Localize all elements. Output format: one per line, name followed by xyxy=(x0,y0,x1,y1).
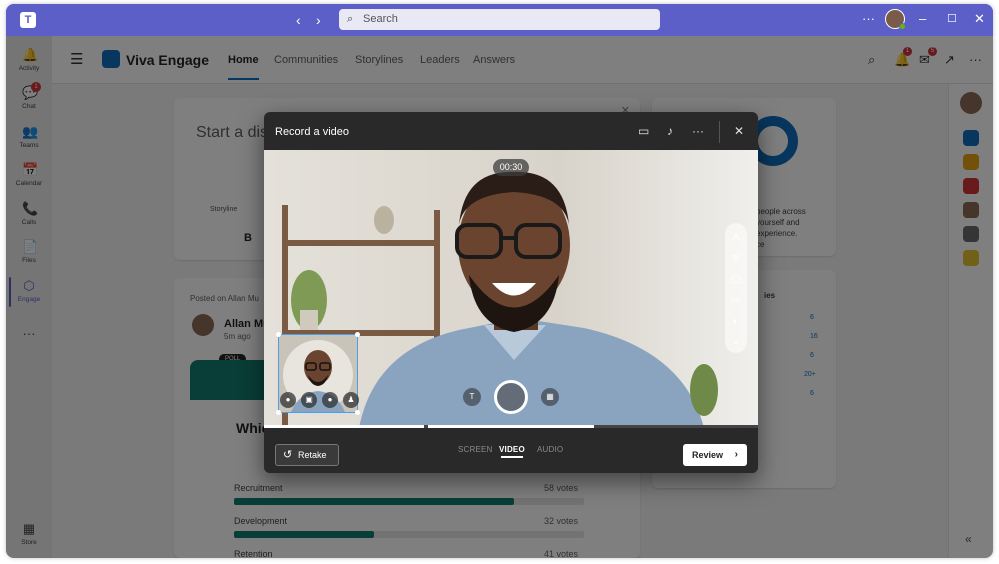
review-label: Review xyxy=(692,450,724,460)
resize-handle[interactable] xyxy=(355,332,360,337)
mode-video[interactable]: VIDEO xyxy=(499,445,525,458)
background-option-icon[interactable]: ▣ xyxy=(301,392,317,408)
picture-in-picture-preview[interactable]: ● ▣ ● ♟ xyxy=(276,332,360,415)
resize-handle[interactable] xyxy=(276,332,281,337)
resize-handle[interactable] xyxy=(355,410,360,415)
retake-button[interactable]: ↺ Retake xyxy=(275,444,339,466)
header-divider xyxy=(719,121,720,143)
undo-icon: ↺ xyxy=(283,449,293,461)
person-icon[interactable]: ♟ xyxy=(343,392,359,408)
search-placeholder: Search xyxy=(363,13,398,25)
title-bar: T ‹ › ⌕ Search ··· – ☐ ✕ xyxy=(6,4,993,36)
chevron-right-icon: › xyxy=(734,449,738,460)
search-input[interactable]: ⌕ Search xyxy=(339,9,660,30)
chevron-down-icon[interactable]: ⌄ xyxy=(725,336,747,348)
forward-arrow-icon[interactable]: › xyxy=(316,12,321,28)
user-avatar[interactable] xyxy=(885,9,906,30)
background-option-icon[interactable]: ● xyxy=(322,392,338,408)
camera-preview: 00:30 A ≋ ▢ ▭ ◐ ⌄ ● ▣ ● ♟ T ▦ xyxy=(264,150,758,428)
teams-logo-icon: T xyxy=(20,12,36,28)
dialog-title: Record a video xyxy=(275,126,349,138)
background-option-icon[interactable]: ● xyxy=(280,392,296,408)
mode-screen[interactable]: SCREEN xyxy=(458,445,493,454)
frame-tool-icon[interactable]: ▭ xyxy=(725,295,747,307)
minimize-icon[interactable]: – xyxy=(919,11,926,27)
flip-camera-icon[interactable]: ▦ xyxy=(541,388,559,406)
more-options-icon[interactable]: ··· xyxy=(692,124,704,138)
pen-tool-icon[interactable]: ≋ xyxy=(725,253,747,265)
more-options-icon[interactable]: ··· xyxy=(862,11,875,27)
text-overlay-icon[interactable]: T xyxy=(463,388,481,406)
text-tool-icon[interactable]: A xyxy=(725,232,747,244)
close-window-icon[interactable]: ✕ xyxy=(974,11,985,27)
search-icon: ⌕ xyxy=(347,13,354,25)
sticker-tool-icon[interactable]: ▢ xyxy=(725,274,747,286)
retake-label: Retake xyxy=(298,450,327,460)
recording-timer: 00:30 xyxy=(493,159,529,176)
presence-status-icon xyxy=(899,23,906,30)
review-button[interactable]: Review › xyxy=(683,444,747,466)
teams-window: T ‹ › ⌕ Search ··· – ☐ ✕ 🔔 Activity 💬 1 … xyxy=(6,4,993,558)
resize-handle[interactable] xyxy=(276,410,281,415)
close-icon[interactable]: ✕ xyxy=(734,124,744,138)
camera-icon[interactable]: ▭ xyxy=(638,124,649,138)
maximize-icon[interactable]: ☐ xyxy=(947,11,957,27)
microphone-icon[interactable]: ♪ xyxy=(667,124,673,138)
back-arrow-icon[interactable]: ‹ xyxy=(296,12,301,28)
mode-audio[interactable]: AUDIO xyxy=(537,445,563,454)
filter-tool-icon[interactable]: ◐ xyxy=(725,316,747,328)
dialog-footer: ↺ Retake SCREEN VIDEO AUDIO Review › xyxy=(264,428,758,473)
record-button[interactable] xyxy=(494,380,528,414)
drawing-toolbar: A ≋ ▢ ▭ ◐ ⌄ xyxy=(725,223,747,353)
record-video-dialog: Record a video ▭ ♪ ··· ✕ 00:30 A ≋ ▢ ▭ ◐… xyxy=(264,112,758,473)
